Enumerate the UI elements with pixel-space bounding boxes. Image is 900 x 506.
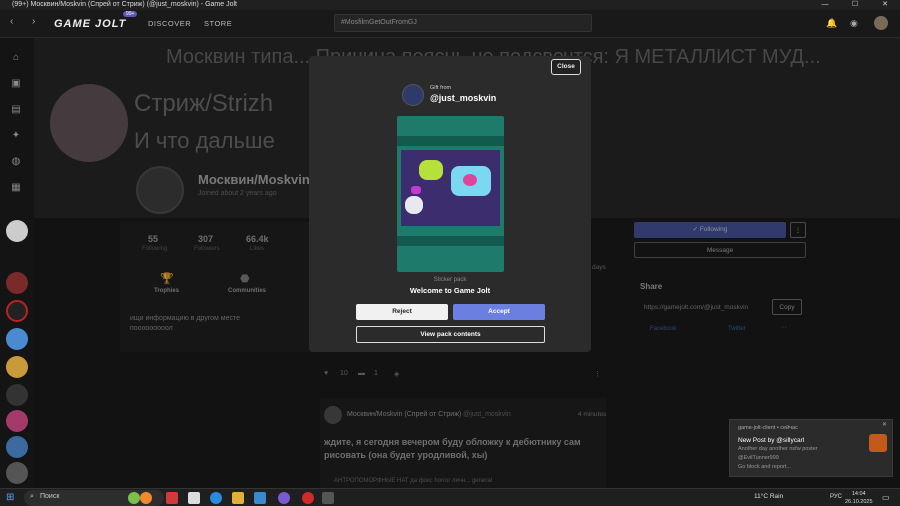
discover-link[interactable]: DISCOVER bbox=[148, 19, 191, 28]
notification-badge: 99+ bbox=[123, 11, 138, 17]
bell-icon[interactable]: 🔔 bbox=[826, 18, 837, 29]
toast-line: Go block and report... bbox=[738, 464, 791, 470]
pumpkin-icon bbox=[869, 434, 887, 452]
app-icon[interactable] bbox=[166, 492, 178, 504]
pack-art bbox=[401, 150, 500, 226]
search-input[interactable]: #MosfilmGetOutFromGJ bbox=[334, 14, 592, 32]
toast-app: game-jolt-client • сейчас bbox=[738, 425, 798, 431]
window-titlebar: (99+) Москвин/Moskvin (Спрей от Стриж) (… bbox=[0, 0, 900, 10]
fruit-icon bbox=[140, 492, 152, 504]
back-icon[interactable]: ‹ bbox=[10, 16, 13, 27]
store-link[interactable]: STORE bbox=[204, 19, 232, 28]
reject-button[interactable]: Reject bbox=[356, 304, 448, 320]
window-controls: — ☐ ✕ bbox=[810, 0, 900, 10]
pack-name: Welcome to Game Jolt bbox=[409, 286, 491, 295]
pack-type: Sticker pack bbox=[433, 277, 467, 283]
toast-line: Another day another nsfw poster bbox=[738, 446, 818, 452]
community-icon[interactable] bbox=[6, 328, 28, 350]
logo[interactable]: GAME JOLT bbox=[54, 18, 126, 30]
window-title: (99+) Москвин/Moskvin (Спрей от Стриж) (… bbox=[12, 1, 237, 8]
pack-band bbox=[397, 136, 504, 146]
notifications-icon[interactable]: ▭ bbox=[882, 493, 890, 502]
store-icon[interactable] bbox=[254, 492, 266, 504]
taskbar-search-label: Поиск bbox=[40, 493, 60, 500]
community-icon[interactable] bbox=[6, 462, 28, 484]
folder-icon[interactable] bbox=[232, 492, 244, 504]
minimize-icon[interactable]: — bbox=[810, 0, 840, 10]
toast-close-icon[interactable]: ✕ bbox=[882, 421, 887, 428]
gift-from-label: Gift from bbox=[430, 85, 452, 91]
search-icon: ⌕ bbox=[30, 493, 34, 500]
community-icon[interactable] bbox=[6, 410, 28, 432]
gift-sender-name[interactable]: @just_moskvin bbox=[430, 93, 496, 103]
home-icon[interactable]: ⌂ bbox=[8, 52, 24, 66]
heart-icon bbox=[463, 174, 477, 186]
app-icon[interactable] bbox=[302, 492, 314, 504]
gift-sender-avatar bbox=[402, 84, 424, 106]
sticker-pack-image bbox=[397, 116, 504, 272]
viber-icon[interactable] bbox=[278, 492, 290, 504]
pack-band bbox=[397, 236, 504, 246]
view-pack-contents-button[interactable]: View pack contents bbox=[356, 326, 545, 343]
language[interactable]: РУС bbox=[830, 494, 842, 500]
time: 14:04 bbox=[851, 491, 866, 497]
toast-line: @EvilTunner999 bbox=[738, 455, 779, 461]
community-icon[interactable] bbox=[6, 300, 28, 322]
avatar[interactable] bbox=[874, 16, 888, 30]
trophy-icon[interactable]: ✦ bbox=[8, 130, 24, 144]
notification-toast[interactable]: ✕ game-jolt-client • сейчас New Post by … bbox=[729, 419, 893, 477]
community-icon[interactable] bbox=[6, 436, 28, 458]
forward-icon[interactable]: › bbox=[32, 16, 35, 27]
chat-icon[interactable]: ◉ bbox=[850, 18, 858, 29]
date: 26.10.2025 bbox=[845, 499, 873, 505]
stats-icon[interactable]: ▦ bbox=[8, 182, 24, 196]
windows-start-icon[interactable]: ⊞ bbox=[6, 492, 14, 503]
close-button[interactable]: Close bbox=[551, 59, 581, 75]
gift-modal: Close Gift from @just_moskvin Sticker pa… bbox=[309, 56, 591, 352]
community-icon[interactable] bbox=[6, 356, 28, 378]
fruit-icon bbox=[128, 492, 140, 504]
taskbar: ⊞ ⌕ Поиск 11°C Rain РУС 14:04 26.10.2025 ▭ bbox=[0, 488, 900, 506]
clock[interactable]: 14:04 26.10.2025 bbox=[845, 490, 873, 506]
close-window-icon[interactable]: ✕ bbox=[870, 0, 900, 10]
sticker-frog-icon bbox=[419, 160, 443, 180]
accept-button[interactable]: Accept bbox=[453, 304, 545, 320]
app-icon[interactable] bbox=[188, 492, 200, 504]
bag-icon[interactable]: ▤ bbox=[8, 104, 24, 118]
sticker-bubble-icon bbox=[411, 186, 421, 194]
top-navigation: ‹ › GAME JOLT 99+ DISCOVER STORE #Mosfil… bbox=[0, 10, 900, 38]
edge-icon[interactable] bbox=[210, 492, 222, 504]
sticker-face-icon bbox=[405, 196, 423, 214]
community-icon[interactable] bbox=[6, 384, 28, 406]
shop-icon[interactable]: ▣ bbox=[8, 78, 24, 92]
sidebar: ⌂ ▣ ▤ ✦ ◍ ▦ bbox=[0, 38, 34, 488]
gamejolt-icon[interactable] bbox=[322, 492, 334, 504]
community-icon[interactable] bbox=[6, 220, 28, 242]
toast-title: New Post by @sillycarl bbox=[738, 437, 805, 444]
maximize-icon[interactable]: ☐ bbox=[840, 0, 870, 10]
weather[interactable]: 11°C Rain bbox=[754, 493, 783, 500]
community-icon[interactable] bbox=[6, 272, 28, 294]
chat-icon[interactable]: ◍ bbox=[8, 156, 24, 170]
